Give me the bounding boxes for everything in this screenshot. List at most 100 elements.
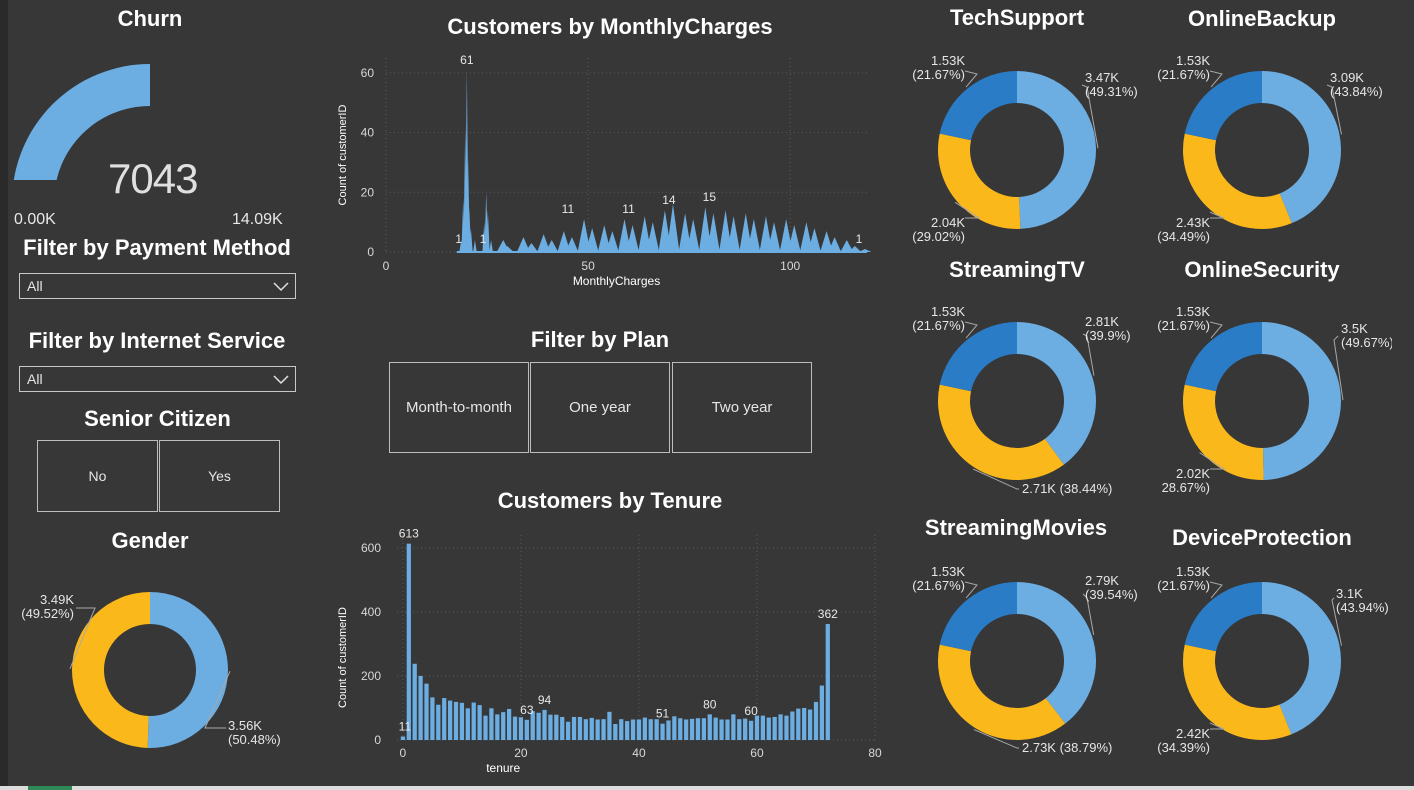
slice-percent-label: (21.67%) (912, 67, 965, 82)
bar (501, 712, 506, 740)
tenure-chart[interactable]: 0 200 400 600 0 20 40 60 80 11 613 63 94 51 80 60 362 ten… (330, 515, 890, 785)
bar (689, 718, 695, 740)
bar (737, 719, 742, 740)
streamingtv-title: StreamingTV (949, 257, 1085, 282)
slice-value-label: 3.09K (1330, 70, 1364, 85)
bar (577, 716, 583, 740)
techsupport-donut[interactable]: 3.47K(49.31%) 2.04K(29.02%) 1.53K(21.67%) (897, 45, 1147, 255)
internet-service-dropdown[interactable]: All (19, 366, 296, 392)
slice-value-label: 1.53K (931, 53, 965, 68)
gauge-max-label: 14.09K (232, 211, 283, 228)
data-label: 15 (703, 190, 717, 204)
bar (554, 714, 559, 740)
slice-percent-label: (50.48%) (228, 732, 281, 747)
bar (489, 708, 494, 740)
bar (707, 714, 712, 740)
bar (571, 716, 577, 740)
data-label: 11 (399, 719, 412, 733)
bar (483, 715, 488, 740)
senior-no-button[interactable]: No (37, 440, 158, 512)
plan-filter-title: Filter by Plan (530, 327, 670, 352)
y-tick-label: 0 (374, 733, 381, 747)
slice-value-label: 2.81K (1085, 314, 1119, 329)
plan-two-year-button[interactable]: Two year (672, 362, 812, 453)
bar (807, 709, 813, 740)
chevron-down-icon (273, 282, 289, 292)
bar (760, 715, 766, 740)
area-peak (473, 240, 477, 252)
data-label: 51 (656, 707, 670, 721)
onlinesecurity-donut[interactable]: 3.5K(49.67%) 2.02K28.67%) 1.53K(21.67%) (1142, 296, 1392, 506)
bar (719, 719, 724, 740)
bar (589, 717, 594, 740)
internet-service-selected: All (27, 371, 43, 387)
monthly-charges-chart[interactable]: 02040600 50 100611 111 1114 151MonthlyCharges… (330, 40, 890, 310)
data-label: 14 (662, 193, 676, 207)
bar (630, 719, 636, 740)
slice-percent-label: (21.67%) (912, 578, 965, 593)
bar (430, 697, 435, 740)
slice-percent-label: 28.67%) (1162, 480, 1210, 495)
bar (442, 698, 447, 740)
bar (406, 543, 411, 740)
data-label: 1 (856, 232, 863, 246)
slice-value-label: 3.56K (228, 718, 262, 733)
bar (447, 700, 453, 740)
slice-value-label: 2.79K (1085, 573, 1119, 588)
bar (695, 718, 701, 740)
y-axis-title: Count of customerID (337, 607, 349, 708)
bar (648, 719, 653, 740)
deviceprotection-donut[interactable]: 3.1K(43.94%) 2.42K(34.39%) 1.53K(21.67%) (1142, 556, 1392, 766)
y-tick-label: 200 (361, 669, 381, 683)
slice-value-label: 3.1K (1336, 586, 1363, 601)
page-tab-marker[interactable] (28, 786, 72, 790)
streamingtv-donut[interactable]: 2.81K(39.9%) 2.71K (38.44%) 1.53K(21.67%) (897, 296, 1147, 506)
bar (636, 719, 642, 740)
data-label: 63 (520, 703, 534, 717)
slice-percent-label: (43.84%) (1330, 84, 1383, 99)
gender-donut[interactable]: 3.56K(50.48%) 3.49K(49.52%) (0, 556, 300, 776)
bar (607, 711, 612, 740)
x-tick-label: 100 (780, 259, 800, 273)
slice-value-label: 1.53K (1176, 304, 1210, 319)
slice-label: 2.71K (38.44%) (1022, 481, 1112, 496)
bottom-edge-strip (0, 786, 1414, 790)
streamingmovies-donut[interactable]: 2.79K(39.54%) 2.73K (38.79%) 1.53K(21.67%) (897, 556, 1147, 766)
bar (625, 721, 630, 740)
bar (766, 717, 771, 740)
y-tick-label: 0 (367, 245, 374, 259)
donut-slice (1262, 322, 1341, 480)
slice-label: 2.73K (38.79%) (1022, 740, 1112, 755)
bar (459, 702, 465, 740)
plan-one-year-button[interactable]: One year (530, 362, 670, 453)
slice-value-label: 1.53K (931, 564, 965, 579)
bar (802, 707, 807, 740)
monthly-chart-title: Customers by MonthlyCharges (447, 14, 773, 39)
bar (666, 720, 671, 740)
slice-percent-label: (43.94%) (1336, 600, 1389, 615)
payment-method-dropdown[interactable]: All (19, 273, 296, 299)
y-tick-label: 600 (361, 541, 381, 555)
x-axis-title: tenure (486, 761, 520, 775)
onlinebackup-title: OnlineBackup (1188, 6, 1336, 31)
slice-percent-label: (49.67%) (1341, 335, 1392, 350)
onlinebackup-donut[interactable]: 3.09K(43.84%) 2.43K(34.49%) 1.53K(21.67%) (1142, 45, 1392, 255)
slice-value-label: 3.47K (1085, 70, 1119, 85)
bar (548, 714, 553, 740)
x-axis-title: MonthlyCharges (573, 274, 660, 288)
bar (424, 683, 429, 740)
bar (672, 716, 677, 740)
slice-percent-label: (21.67%) (1157, 318, 1210, 333)
senior-yes-button[interactable]: Yes (159, 440, 280, 512)
bar (512, 716, 518, 740)
slice-value-label: 1.53K (931, 304, 965, 319)
x-tick-label: 80 (868, 746, 882, 760)
streamingmovies-title: StreamingMovies (924, 515, 1108, 540)
bar (772, 716, 777, 740)
bar (436, 704, 441, 740)
slice-value-label: 3.5K (1341, 321, 1368, 336)
donut-slice (938, 384, 1064, 480)
plan-month-to-month-button[interactable]: Month-to-month (389, 362, 529, 453)
bar (778, 714, 783, 740)
bar (418, 675, 423, 740)
